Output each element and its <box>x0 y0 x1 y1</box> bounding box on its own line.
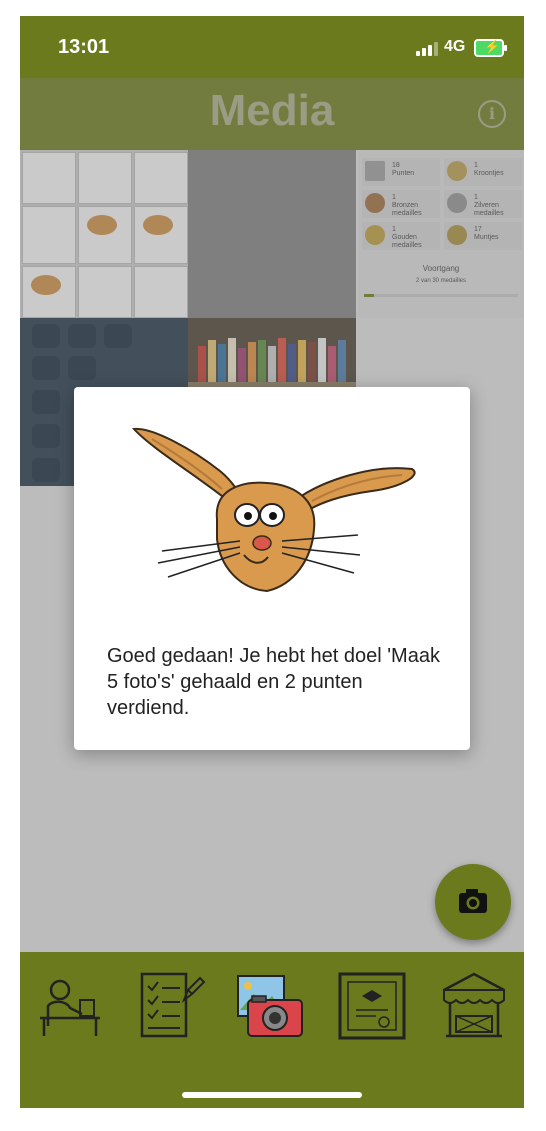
student-desk-icon[interactable] <box>34 970 106 1042</box>
hare-illustration <box>131 427 416 593</box>
battery-icon: ⚡ <box>474 39 507 57</box>
tab-bar <box>20 952 524 1108</box>
network-type: 4G <box>444 38 466 55</box>
photo-camera-icon[interactable] <box>234 970 306 1042</box>
status-time: 13:01 <box>58 36 110 58</box>
signal-icon <box>416 42 438 56</box>
dialog-message: Goed gedaan! Je hebt het doel 'Maak 5 fo… <box>107 645 440 719</box>
checklist-icon[interactable] <box>134 970 206 1042</box>
market-stall-icon[interactable] <box>438 970 510 1042</box>
phone-screen: 13:01 4G ⚡ Media i 18 Punten 1 Kroontjes… <box>20 16 524 1108</box>
achievement-dialog[interactable]: Goed gedaan! Je hebt het doel 'Maak 5 fo… <box>74 387 470 750</box>
home-indicator[interactable] <box>182 1092 362 1098</box>
status-bar: 13:01 4G ⚡ <box>20 16 524 78</box>
camera-button[interactable] <box>435 864 511 940</box>
certificate-icon[interactable] <box>336 970 408 1042</box>
camera-icon <box>459 889 487 913</box>
